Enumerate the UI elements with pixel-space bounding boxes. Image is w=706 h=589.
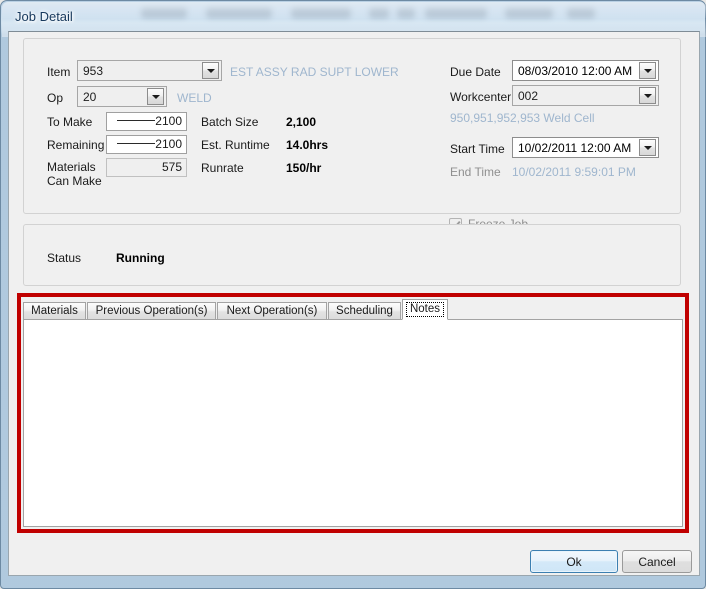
status-label: Status bbox=[47, 251, 82, 265]
tab-notes[interactable]: Notes bbox=[402, 299, 448, 320]
cancel-button-label: Cancel bbox=[638, 554, 676, 569]
materials-can-make-label-line2: Can Make bbox=[47, 174, 102, 188]
remaining-label: Remaining bbox=[47, 138, 105, 152]
job-detail-window: Job Detail Item 953 EST ASSY RAD SUPT LO… bbox=[0, 0, 706, 589]
job-details-panel: Item 953 EST ASSY RAD SUPT LOWER Op 20 W… bbox=[23, 38, 681, 214]
item-combobox[interactable]: 953 bbox=[77, 60, 222, 81]
ok-button-label: Ok bbox=[566, 554, 582, 569]
text-selection-underline bbox=[117, 142, 156, 144]
to-make-value: 2100 bbox=[155, 114, 182, 128]
materials-can-make-label-line1: Materials bbox=[47, 160, 96, 174]
start-time-value: 10/02/2011 12:00 AM bbox=[518, 140, 632, 155]
workcenter-combobox[interactable]: 002 bbox=[512, 85, 659, 106]
op-combobox[interactable]: 20 bbox=[77, 86, 167, 107]
chevron-down-icon[interactable] bbox=[639, 62, 656, 79]
start-time-combobox[interactable]: 10/02/2011 12:00 AM bbox=[512, 137, 659, 158]
workcenter-description: 950,951,952,953 Weld Cell bbox=[450, 111, 595, 125]
tab-label: Scheduling bbox=[336, 305, 393, 317]
chevron-down-icon[interactable] bbox=[147, 88, 164, 105]
workcenter-value: 002 bbox=[518, 88, 539, 103]
tab-strip: Materials Previous Operation(s) Next Ope… bbox=[23, 299, 683, 320]
due-date-value: 08/03/2010 12:00 AM bbox=[518, 63, 633, 78]
end-time-label: End Time bbox=[450, 165, 501, 179]
end-time-value: 10/02/2011 9:59:01 PM bbox=[512, 165, 636, 179]
due-date-combobox[interactable]: 08/03/2010 12:00 AM bbox=[512, 60, 659, 81]
to-make-label: To Make bbox=[47, 115, 93, 129]
chevron-down-icon[interactable] bbox=[639, 139, 656, 156]
workcenter-label: Workcenter bbox=[450, 90, 512, 104]
tab-scheduling[interactable]: Scheduling bbox=[328, 302, 401, 319]
op-value: 20 bbox=[83, 89, 97, 104]
tab-previous-operations[interactable]: Previous Operation(s) bbox=[87, 302, 216, 319]
remaining-value: 2100 bbox=[155, 137, 182, 151]
notes-tab-page bbox=[23, 319, 683, 527]
remaining-input[interactable]: 2100 bbox=[106, 135, 187, 154]
window-title: Job Detail bbox=[15, 9, 73, 24]
due-date-label: Due Date bbox=[450, 65, 501, 79]
tab-materials[interactable]: Materials bbox=[23, 302, 86, 319]
start-time-label: Start Time bbox=[450, 142, 505, 156]
job-detail-tabcontrol: Materials Previous Operation(s) Next Ope… bbox=[23, 299, 683, 527]
text-selection-underline bbox=[117, 119, 156, 121]
status-panel: Status Running bbox=[23, 224, 681, 286]
chevron-down-icon[interactable] bbox=[202, 62, 219, 79]
tab-label: Materials bbox=[31, 305, 78, 317]
runrate-value: 150/hr bbox=[286, 161, 322, 175]
notes-textarea[interactable] bbox=[24, 320, 682, 526]
tab-next-operations[interactable]: Next Operation(s) bbox=[217, 302, 327, 319]
op-label: Op bbox=[47, 91, 64, 105]
to-make-input[interactable]: 2100 bbox=[106, 112, 187, 131]
runrate-label: Runrate bbox=[201, 161, 244, 175]
tab-label: Previous Operation(s) bbox=[95, 305, 208, 317]
op-description: WELD bbox=[177, 91, 212, 105]
est-runtime-label: Est. Runtime bbox=[201, 138, 270, 152]
item-description: EST ASSY RAD SUPT LOWER bbox=[230, 65, 399, 79]
ok-button[interactable]: Ok bbox=[530, 550, 618, 573]
est-runtime-value: 14.0hrs bbox=[286, 138, 329, 152]
dialog-client-area: Item 953 EST ASSY RAD SUPT LOWER Op 20 W… bbox=[8, 31, 700, 576]
batch-size-value: 2,100 bbox=[286, 115, 317, 129]
chevron-down-icon[interactable] bbox=[639, 87, 656, 104]
cancel-button[interactable]: Cancel bbox=[622, 550, 692, 573]
tab-label: Notes bbox=[405, 302, 445, 317]
titlebar-sheen bbox=[2, 2, 706, 18]
batch-size-label: Batch Size bbox=[201, 115, 259, 129]
titlebar-glass-backdrop bbox=[1, 1, 706, 35]
materials-can-make-value: 575 bbox=[106, 158, 187, 177]
status-value: Running bbox=[116, 251, 165, 265]
tab-label: Next Operation(s) bbox=[226, 305, 318, 317]
item-value: 953 bbox=[83, 63, 104, 78]
item-label: Item bbox=[47, 65, 71, 79]
